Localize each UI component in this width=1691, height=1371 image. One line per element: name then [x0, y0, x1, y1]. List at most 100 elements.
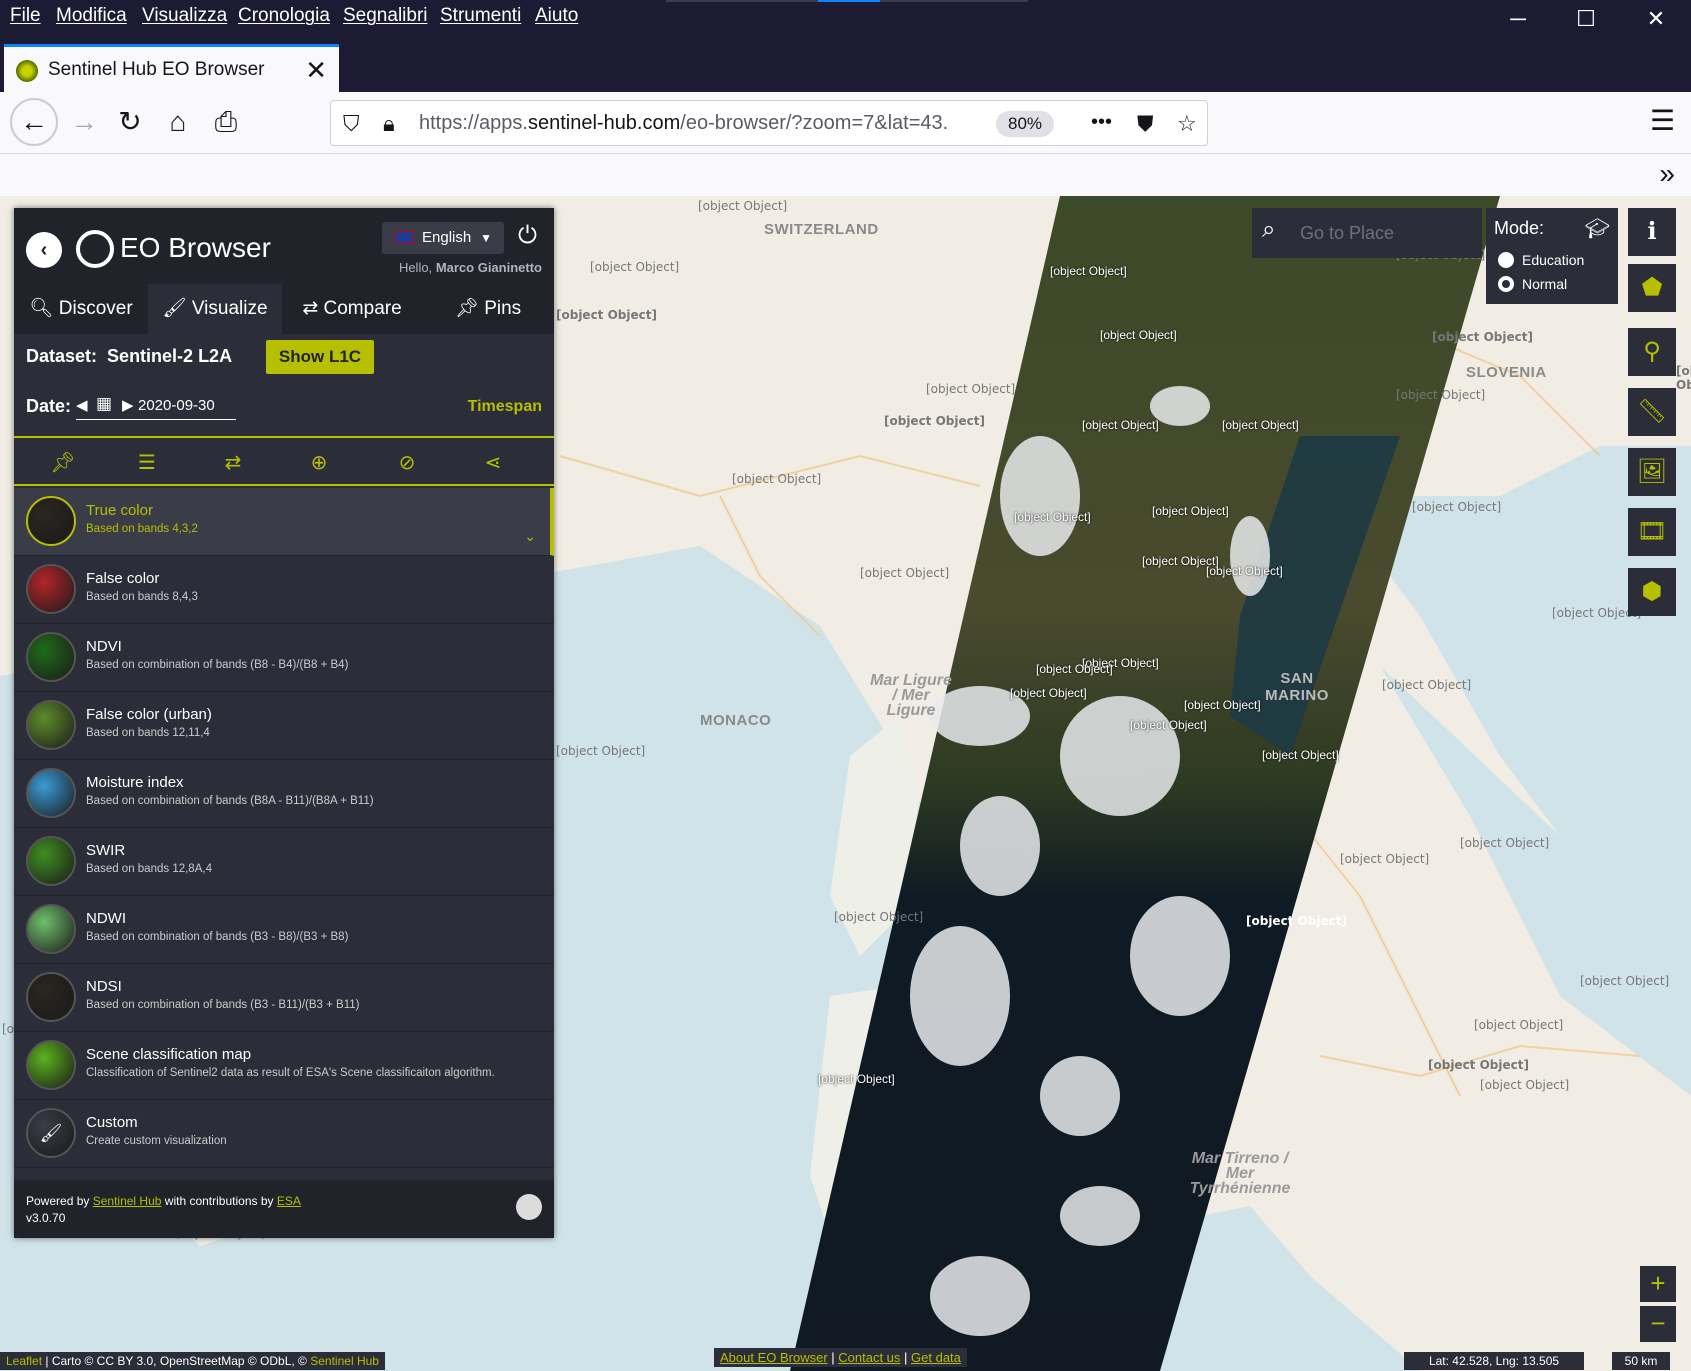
close-tab-icon[interactable]: ✕	[305, 55, 327, 86]
layer-item[interactable]: 🖌︎ Custom Create custom visualization	[14, 1100, 554, 1168]
place-label: [object Object]	[1396, 388, 1486, 402]
url-bar[interactable]: ⛉ 🔒︎ https://apps.sentinel-hub.com/eo-br…	[330, 100, 1208, 146]
close-window-icon[interactable]: ✕	[1636, 6, 1676, 32]
place-label: [object Object]	[1130, 718, 1207, 732]
zoom-in-button[interactable]: +	[1640, 1266, 1676, 1302]
sliders-icon[interactable]: ☰	[132, 448, 162, 478]
layer-item[interactable]: SWIR Based on bands 12,8A,4	[14, 828, 554, 896]
layer-thumbnail	[26, 972, 76, 1022]
reload-icon[interactable]: ↻	[110, 102, 150, 142]
country-label: SAN MARINO	[1265, 670, 1329, 704]
pocket-icon[interactable]: ⛊	[1137, 111, 1154, 137]
pin-icon[interactable]: 📌︎	[48, 448, 78, 478]
back-arrow-icon[interactable]: ←	[10, 98, 58, 146]
place-label: [object Object]	[1082, 418, 1159, 432]
layer-description: Based on bands 12,11,4	[86, 727, 210, 739]
dataset-value: Sentinel-2 L2A	[107, 346, 233, 366]
go-to-place-input[interactable]	[1300, 218, 1476, 248]
logout-power-icon[interactable]: ⏻	[518, 222, 537, 250]
education-label[interactable]: Education	[1522, 252, 1584, 268]
minimize-icon[interactable]: ─	[1498, 6, 1538, 32]
layer-item[interactable]: NDSI Based on combination of bands (B3 - …	[14, 964, 554, 1032]
search-box: ⌕	[1252, 208, 1482, 258]
education-radio[interactable]	[1498, 252, 1514, 268]
tab-strip: Sentinel Hub EO Browser ✕ +	[0, 40, 1691, 120]
tab-discover[interactable]: 🔍︎ Discover	[14, 284, 148, 334]
url-text[interactable]: https://apps.sentinel-hub.com/eo-browser…	[419, 112, 989, 135]
prev-date-icon[interactable]: ◀	[76, 396, 88, 414]
bookmark-star-icon[interactable]: ☆	[1177, 111, 1197, 137]
more-actions-icon[interactable]: •••	[1091, 111, 1112, 134]
layer-item[interactable]: Moisture index Based on combination of ba…	[14, 760, 554, 828]
maximize-icon[interactable]: ☐	[1566, 6, 1606, 32]
place-label: [object Object]	[1580, 974, 1670, 988]
bookmarks-toolbar: »	[0, 154, 1691, 196]
menu-strumenti[interactable]: Strumenti	[440, 5, 521, 27]
layer-item[interactable]: Scene classification map Classification o…	[14, 1032, 554, 1100]
leaflet-link[interactable]: Leaflet	[6, 1354, 42, 1368]
layer-item[interactable]: False color (urban) Based on bands 12,11,…	[14, 692, 554, 760]
place-label: [object Object]	[1432, 330, 1533, 344]
share-icon[interactable]: ⋖	[478, 448, 508, 478]
expand-layer-icon[interactable]: ⌄	[524, 528, 536, 545]
layer-item[interactable]: True color Based on bands 4,3,2 ⌄	[14, 488, 554, 556]
search-icon[interactable]: ⌕	[1262, 216, 1275, 244]
chevron-overflow-icon[interactable]: »	[1659, 158, 1675, 190]
ruler-icon[interactable]: 📏︎	[1628, 388, 1676, 436]
collapse-panel-button[interactable]: ‹	[26, 232, 62, 268]
date-picker[interactable]: ◀ ▦ ▶ 2020-09-30	[76, 392, 236, 420]
shield-icon[interactable]: ⛉	[343, 111, 360, 137]
show-l1c-button[interactable]: Show L1C	[266, 340, 374, 374]
tab-visualize[interactable]: 🖌︎ Visualize	[148, 284, 282, 334]
print-icon[interactable]: ⎙	[206, 102, 246, 142]
tab-title: Sentinel Hub EO Browser	[48, 59, 265, 80]
location-pin-icon[interactable]: ⚲	[1628, 328, 1676, 376]
date-value[interactable]: 2020-09-30	[138, 397, 215, 414]
caret-down-icon: ▼	[480, 231, 492, 245]
sentinel-hub-link[interactable]: Sentinel Hub	[93, 1194, 162, 1208]
language-select[interactable]: English ▼	[382, 222, 504, 254]
layer-thumbnail	[26, 564, 76, 614]
normal-label[interactable]: Normal	[1522, 276, 1567, 292]
calendar-icon[interactable]: ▦	[96, 394, 112, 414]
lock-icon[interactable]: 🔒︎	[383, 111, 395, 137]
menu-visualizza[interactable]: Visualizza	[142, 5, 227, 27]
place-label: [object Object]	[1152, 504, 1229, 518]
3d-cube-icon[interactable]: ⬢	[1628, 568, 1676, 616]
home-icon[interactable]: ⌂	[158, 102, 198, 142]
hamburger-menu-icon[interactable]: ☰	[1650, 104, 1675, 137]
eo-browser-logo-icon	[76, 230, 114, 268]
menu-segnalibri[interactable]: Segnalibri	[343, 5, 428, 27]
image-download-icon[interactable]: 🖼︎	[1628, 448, 1676, 496]
layer-item[interactable]: NDWI Based on combination of bands (B3 - …	[14, 896, 554, 964]
menu-file[interactable]: File	[10, 5, 41, 27]
normal-radio[interactable]	[1498, 276, 1514, 292]
layer-title: True color	[86, 502, 153, 519]
place-label: [object Object]	[1428, 1058, 1529, 1072]
about-link[interactable]: About EO Browser	[720, 1350, 828, 1365]
timespan-link[interactable]: Timespan	[468, 398, 542, 416]
layer-item[interactable]: False color Based on bands 8,4,3	[14, 556, 554, 624]
get-data-link[interactable]: Get data	[911, 1350, 961, 1365]
crosshair-icon[interactable]: ⊕	[304, 448, 334, 478]
compare-arrows-icon[interactable]: ⇄	[218, 448, 248, 478]
eye-slash-icon[interactable]: ⊘	[392, 448, 422, 478]
tab-pins[interactable]: 📌︎ Pins	[422, 284, 554, 334]
forward-arrow-icon[interactable]: →	[64, 102, 104, 142]
film-timelapse-icon[interactable]: 🎞︎	[1628, 508, 1676, 556]
menu-modifica[interactable]: Modifica	[56, 5, 127, 27]
browser-tab[interactable]: Sentinel Hub EO Browser ✕	[4, 44, 339, 92]
esa-link[interactable]: ESA	[277, 1194, 301, 1208]
tab-compare[interactable]: ⇄ Compare	[282, 284, 422, 334]
next-date-icon[interactable]: ▶	[122, 396, 134, 414]
layer-item[interactable]: NDVI Based on combination of bands (B8 - …	[14, 624, 554, 692]
sentinel-hub-attrib-link[interactable]: Sentinel Hub	[310, 1354, 379, 1368]
polygon-icon[interactable]: ⬟	[1628, 264, 1676, 312]
username: Marco Gianinetto	[435, 260, 542, 275]
contact-link[interactable]: Contact us	[838, 1350, 900, 1365]
menu-aiuto[interactable]: Aiuto	[535, 5, 578, 27]
menu-cronologia[interactable]: Cronologia	[238, 5, 330, 27]
zoom-out-button[interactable]: −	[1640, 1306, 1676, 1342]
zoom-level-badge[interactable]: 80%	[996, 111, 1054, 137]
info-icon[interactable]: ℹ	[1628, 208, 1676, 256]
